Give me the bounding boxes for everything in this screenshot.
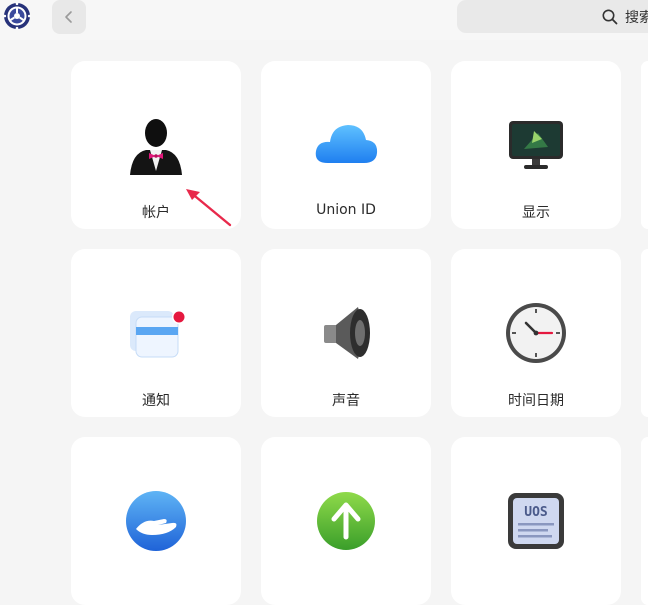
annotation-arrow <box>186 189 232 227</box>
settings-card-hand[interactable] <box>71 437 241 605</box>
settings-card-partial[interactable] <box>641 249 648 417</box>
card-label: 声音 <box>332 393 360 409</box>
search-icon <box>602 9 618 25</box>
settings-card-system-info[interactable]: UOS <box>451 437 621 605</box>
hand-icon <box>126 491 186 551</box>
account-icon <box>130 119 182 175</box>
card-label: 显示 <box>522 205 550 221</box>
settings-card-union-id[interactable]: Union ID <box>261 61 431 229</box>
monitor-icon <box>509 121 563 169</box>
search-input[interactable]: 搜索 <box>457 0 648 33</box>
app-logo-icon[interactable] <box>3 2 31 30</box>
settings-card-datetime[interactable]: 时间日期 <box>451 249 621 417</box>
uos-system-icon: UOS <box>508 493 564 549</box>
svg-text:UOS: UOS <box>524 505 548 520</box>
settings-card-update[interactable] <box>261 437 431 605</box>
settings-card-display[interactable]: 显示 <box>451 61 621 229</box>
chevron-left-icon <box>65 11 72 23</box>
cloud-icon <box>315 125 378 163</box>
card-label: 通知 <box>142 393 170 409</box>
card-label: Union ID <box>316 202 376 218</box>
notification-icon <box>130 310 186 358</box>
settings-card-notification[interactable]: 通知 <box>71 249 241 417</box>
search-placeholder: 搜索 <box>625 10 648 26</box>
clock-icon <box>506 303 566 363</box>
title-bar: 搜索 <box>0 0 648 40</box>
update-icon <box>317 492 375 550</box>
back-button[interactable] <box>52 0 86 34</box>
settings-card-sound[interactable]: 声音 <box>261 249 431 417</box>
settings-card-partial[interactable] <box>641 61 648 229</box>
card-label: 时间日期 <box>508 393 564 409</box>
settings-card-partial[interactable] <box>641 437 648 605</box>
speaker-icon <box>324 307 370 359</box>
